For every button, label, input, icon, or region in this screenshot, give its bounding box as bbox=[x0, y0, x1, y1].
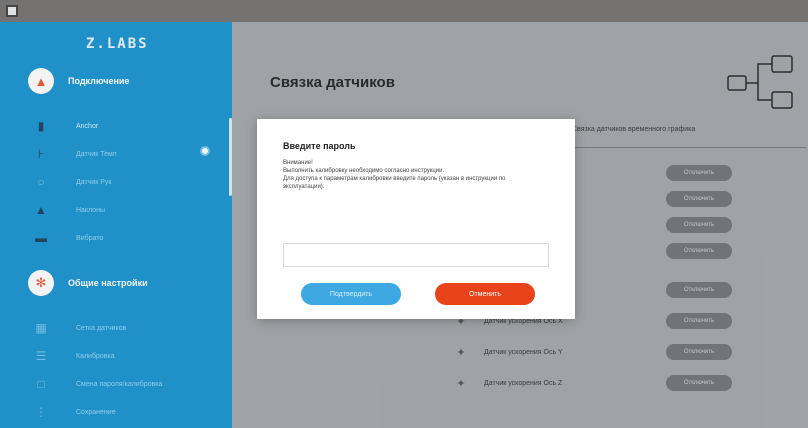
password-dialog: Введите пароль Внимание! Выполнить калиб… bbox=[257, 119, 575, 319]
confirm-button[interactable]: Подтвердить bbox=[301, 283, 401, 305]
dialog-title: Введите пароль bbox=[283, 141, 356, 151]
dialog-message: Внимание! Выполнить калибровку необходим… bbox=[283, 160, 506, 190]
cancel-button[interactable]: Отменить bbox=[435, 283, 535, 305]
password-input[interactable] bbox=[283, 243, 549, 267]
